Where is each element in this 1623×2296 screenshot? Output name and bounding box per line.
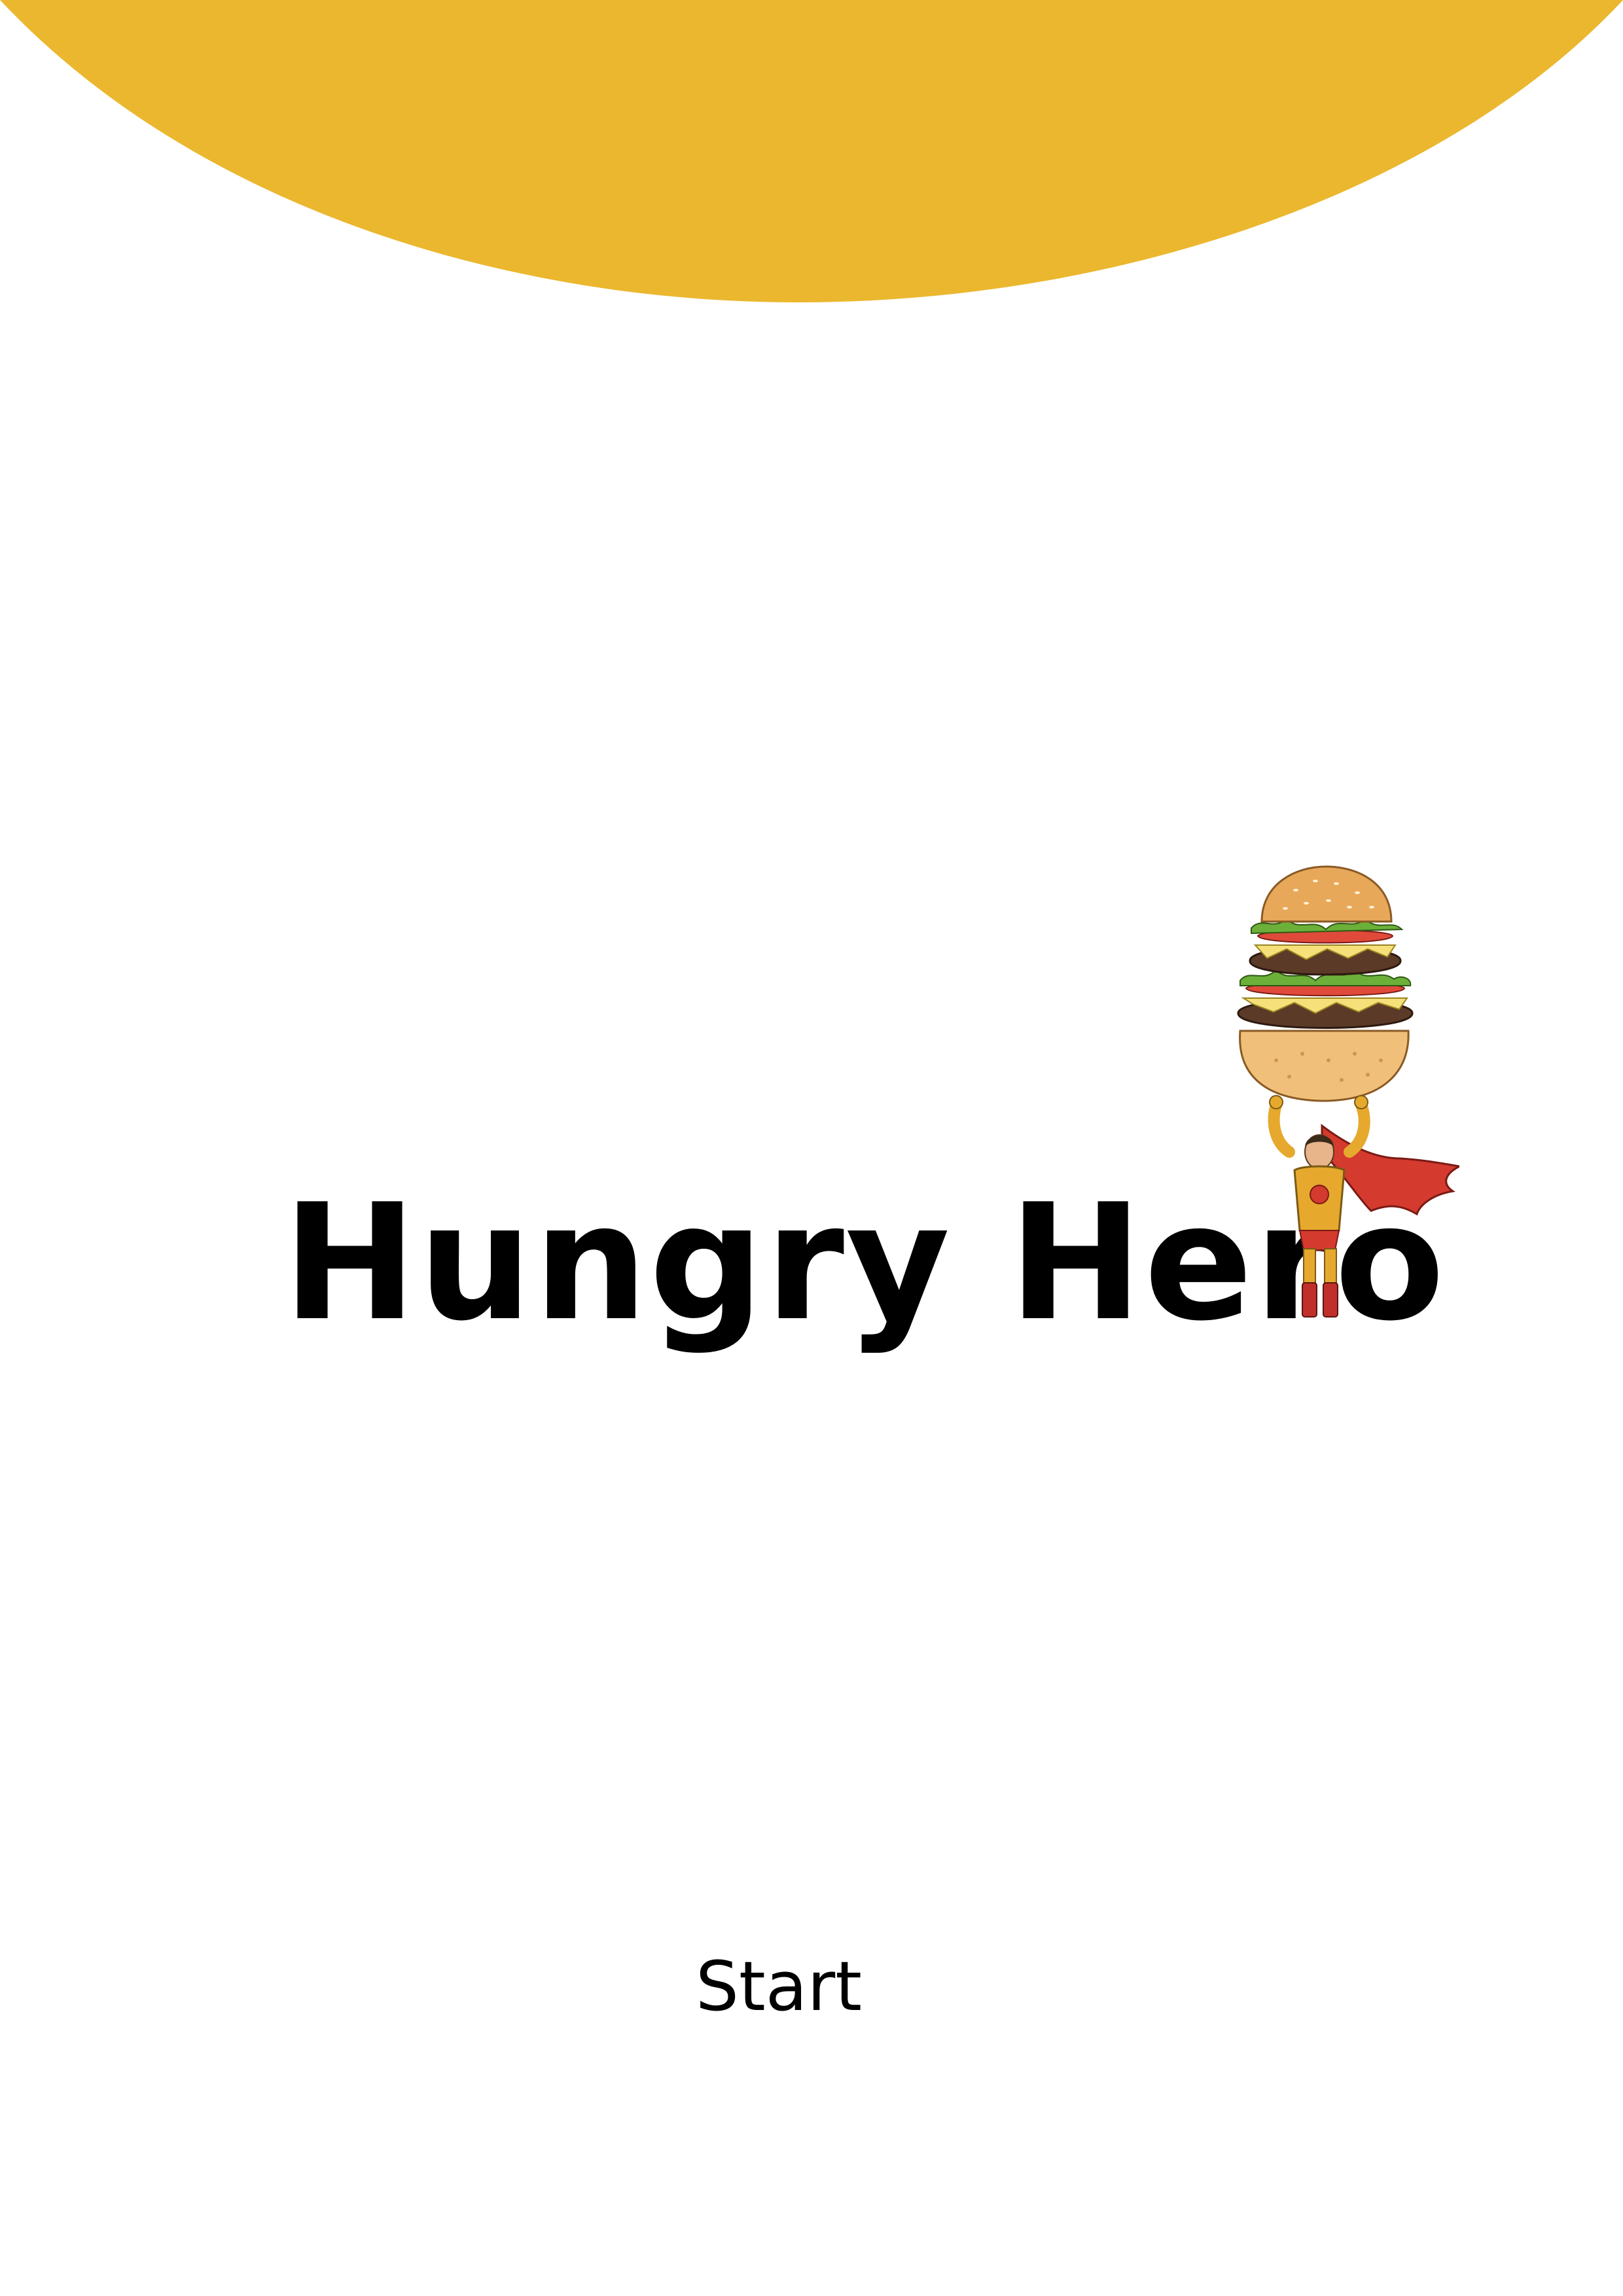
- start-button[interactable]: Start: [681, 1944, 877, 2029]
- top-accent-arc: [0, 0, 1623, 302]
- burger-hero-icon: [1237, 865, 1459, 1318]
